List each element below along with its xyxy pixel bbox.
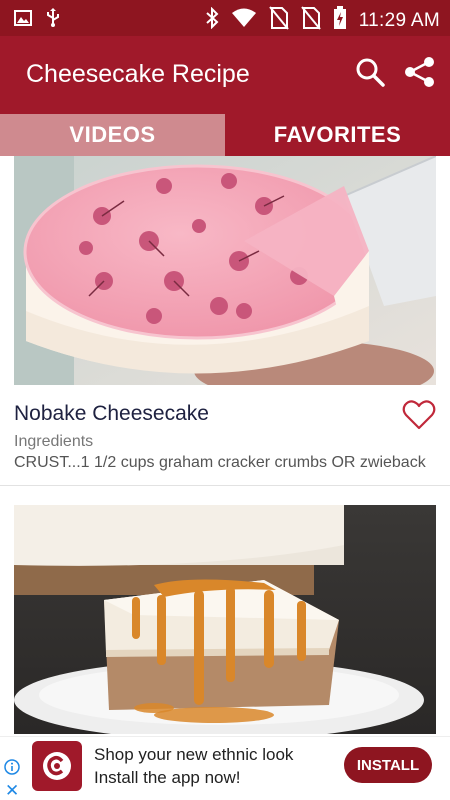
wifi-icon	[231, 8, 257, 33]
info-icon[interactable]	[4, 759, 20, 780]
bluetooth-icon	[205, 6, 219, 34]
recipe-thumbnail[interactable]	[14, 505, 436, 734]
share-button[interactable]	[402, 56, 438, 92]
recipe-thumbnail[interactable]	[14, 156, 436, 385]
recipe-list[interactable]: Nobake Cheesecake Ingredients CRUST...1 …	[0, 156, 450, 736]
battery-charging-icon	[333, 6, 347, 35]
tab-videos[interactable]: VIDEOS	[0, 114, 225, 156]
usb-icon	[46, 8, 60, 33]
search-button[interactable]	[352, 56, 388, 92]
recipe-card[interactable]: Nobake Cheesecake Ingredients CRUST...1 …	[14, 156, 436, 471]
ingredients-label: Ingredients	[14, 433, 94, 450]
ad-banner[interactable]: ✕ Shop your new ethnic look Install the …	[0, 736, 450, 800]
share-icon	[403, 55, 437, 94]
image-icon	[14, 9, 32, 32]
close-icon[interactable]: ✕	[5, 781, 19, 800]
ad-app-logo[interactable]	[32, 741, 82, 791]
tab-favorites[interactable]: FAVORITES	[225, 114, 450, 156]
divider	[0, 485, 450, 486]
recipe-card[interactable]	[14, 505, 436, 734]
favorite-button[interactable]	[402, 399, 436, 431]
no-sim-icon	[268, 6, 289, 35]
search-icon	[354, 56, 386, 93]
app-bar: Cheesecake Recipe	[0, 36, 450, 114]
app-title: Cheesecake Recipe	[26, 60, 250, 88]
tab-bar: VIDEOS FAVORITES	[0, 114, 450, 156]
ad-subtext[interactable]: Install the app now!	[94, 768, 240, 788]
no-sim-icon	[300, 6, 321, 35]
install-button[interactable]: INSTALL	[344, 747, 432, 783]
ingredients-text: CRUST...1 1/2 cups graham cracker crumbs…	[14, 454, 426, 471]
recipe-title[interactable]: Nobake Cheesecake	[14, 402, 209, 426]
status-bar: 11:29 AM	[0, 0, 450, 36]
heart-outline-icon	[402, 400, 436, 435]
status-time: 11:29 AM	[358, 9, 440, 31]
ad-headline[interactable]: Shop your new ethnic look	[94, 745, 293, 765]
